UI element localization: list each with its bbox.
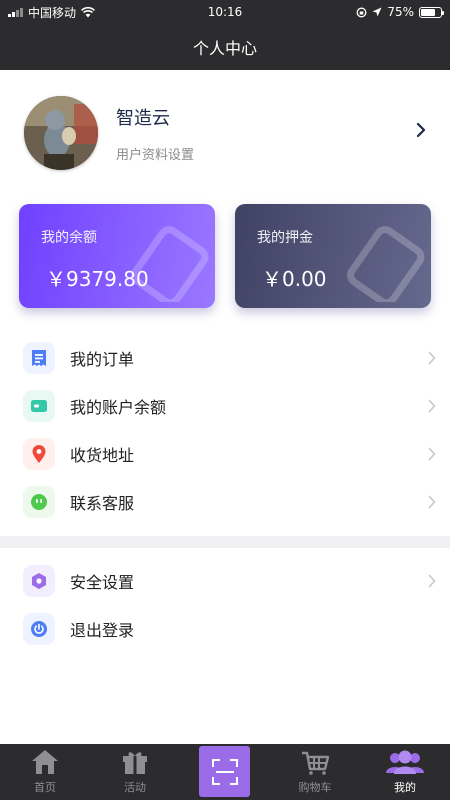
balance-card-amount: ￥9379.80 [46,267,149,291]
chevron-right-icon [428,495,436,509]
location-arrow-icon [372,7,382,17]
menu-icon-bg [23,390,55,422]
deposit-card[interactable]: 我的押金 ￥0.00 [235,204,431,308]
menu-item-logout[interactable]: 退出登录 [0,605,450,653]
profile-subtitle: 用户资料设置 [116,147,195,163]
cart-icon [302,751,330,775]
profile-name: 智造云 [116,107,170,129]
menu-label: 安全设置 [70,573,135,592]
menu-icon-bg [23,613,55,645]
hexagon-icon [32,573,46,589]
page-title: 个人中心 [192,39,257,58]
tab-label: 我的 [394,781,416,794]
section-divider [0,536,450,548]
profile-section[interactable]: 智造云 用户资料设置 [0,70,450,196]
scan-icon [211,758,238,785]
tab-activity[interactable]: 活动 [90,744,180,800]
menu-item-address[interactable]: 收货地址 [0,430,450,478]
menu-label: 退出登录 [70,621,135,640]
chevron-right-icon [428,351,436,365]
balance-card[interactable]: 我的余额 ￥9379.80 [19,204,215,308]
menu-item-account-balance[interactable]: 我的账户余额 [0,382,450,430]
deposit-card-amount: ￥0.00 [262,267,327,291]
wallet-icon [31,400,47,412]
chat-icon [31,494,47,510]
profile-text: 智造云 用户资料设置 [116,104,194,163]
menu-item-customer-service[interactable]: 联系客服 [0,478,450,526]
menu-icon-bg [23,342,55,374]
tab-mine[interactable]: 我的 [360,744,450,800]
menu-icon-bg [23,438,55,470]
home-icon [32,750,58,774]
menu-group-settings: 安全设置 退出登录 [0,557,450,653]
menu-item-orders[interactable]: 我的订单 [0,334,450,382]
avatar[interactable] [24,96,98,170]
scan-button[interactable] [199,746,250,797]
battery-icon [419,6,444,18]
status-bar: 中国移动 10:16 75% [0,0,450,24]
menu-group-main: 我的订单 我的账户余额 收货地址 联系客服 [0,334,450,526]
carrier-label: 中国移动 [28,5,77,20]
nav-bar: 个人中心 [0,24,450,70]
order-icon [32,350,46,366]
menu-label: 收货地址 [70,446,135,465]
menu-label: 联系客服 [70,494,135,513]
deposit-card-title: 我的押金 [257,230,313,246]
card-decoration-icon [347,226,425,302]
battery-percent: 75% [387,5,414,19]
menu-item-security[interactable]: 安全设置 [0,557,450,605]
menu-icon-bg [23,565,55,597]
avatar-image [24,96,98,170]
users-icon [386,750,424,774]
tab-label: 首页 [34,781,56,794]
status-bar-right: 75% [356,5,444,19]
menu-label: 我的订单 [70,350,135,369]
power-icon [31,621,47,637]
chevron-right-icon [428,574,436,588]
tab-home[interactable]: 首页 [0,744,90,800]
gift-icon [123,752,147,774]
tab-label: 活动 [124,781,146,794]
location-pin-icon [32,445,46,463]
chevron-right-icon [428,447,436,461]
wifi-icon [81,6,95,17]
tab-label: 购物车 [298,781,332,794]
status-bar-left: 中国移动 [8,4,95,21]
balance-card-title: 我的余额 [41,230,97,246]
tab-cart[interactable]: 购物车 [270,744,360,800]
menu-label: 我的账户余额 [70,398,167,417]
chevron-right-icon[interactable] [416,122,426,138]
chevron-right-icon [428,399,436,413]
menu-icon-bg [23,486,55,518]
orientation-lock-icon [356,7,367,17]
signal-icon [8,7,23,17]
